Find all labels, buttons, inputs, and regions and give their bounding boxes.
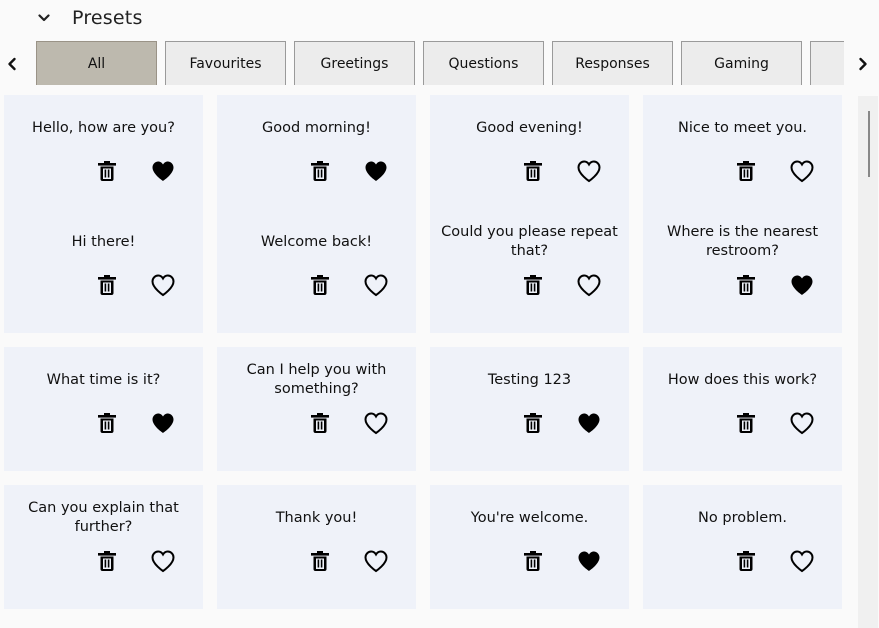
preset-label: Nice to meet you. bbox=[677, 119, 808, 136]
preset-card[interactable]: Can I help you with something? bbox=[217, 347, 416, 471]
tab-bar: All Favourites Greetings Questions Responses… bbox=[0, 40, 879, 88]
presets-header[interactable]: Presets bbox=[38, 3, 143, 33]
trash-icon[interactable] bbox=[309, 550, 331, 572]
heart-outline-icon[interactable] bbox=[576, 273, 602, 297]
preset-card[interactable]: How does this work? bbox=[643, 347, 842, 471]
preset-label: Testing 123 bbox=[487, 371, 572, 388]
preset-card[interactable]: Good morning! bbox=[217, 95, 416, 219]
preset-label: Can you explain that further? bbox=[28, 500, 179, 535]
preset-label: Can I help you with something? bbox=[246, 362, 387, 397]
chevron-down-icon[interactable] bbox=[38, 12, 50, 24]
tab-all[interactable]: All bbox=[36, 41, 157, 85]
heart-outline-icon[interactable] bbox=[576, 159, 602, 183]
tab-questions[interactable]: Questions bbox=[423, 41, 544, 85]
preset-label: You're welcome. bbox=[470, 509, 589, 526]
trash-icon[interactable] bbox=[96, 160, 118, 182]
trash-icon[interactable] bbox=[96, 412, 118, 434]
trash-icon[interactable] bbox=[522, 412, 544, 434]
preset-label: What time is it? bbox=[46, 371, 161, 388]
tab-greetings[interactable]: Greetings bbox=[294, 41, 415, 85]
preset-label: No problem. bbox=[698, 509, 787, 526]
chevron-left-icon bbox=[8, 57, 16, 71]
preset-label: Good evening! bbox=[476, 119, 583, 136]
trash-icon[interactable] bbox=[735, 274, 757, 296]
heart-filled-icon[interactable] bbox=[150, 159, 176, 183]
preset-card[interactable]: Hello, how are you? bbox=[4, 95, 203, 219]
heart-filled-icon[interactable] bbox=[576, 549, 602, 573]
heart-outline-icon[interactable] bbox=[363, 549, 389, 573]
scroll-right-button[interactable] bbox=[851, 40, 875, 88]
trash-icon[interactable] bbox=[522, 274, 544, 296]
heart-outline-icon[interactable] bbox=[789, 411, 815, 435]
heart-filled-icon[interactable] bbox=[576, 411, 602, 435]
heart-outline-icon[interactable] bbox=[150, 549, 176, 573]
preset-label: Hello, how are you? bbox=[32, 119, 175, 136]
heart-filled-icon[interactable] bbox=[363, 159, 389, 183]
preset-card[interactable]: Where is the nearest restroom? bbox=[643, 209, 842, 333]
chevron-right-icon bbox=[859, 57, 867, 71]
trash-icon[interactable] bbox=[309, 412, 331, 434]
preset-card[interactable]: You're welcome. bbox=[430, 485, 629, 609]
preset-card[interactable]: Nice to meet you. bbox=[643, 95, 842, 219]
preset-label: Where is the nearest restroom? bbox=[666, 224, 819, 259]
heart-outline-icon[interactable] bbox=[789, 159, 815, 183]
tab-responses[interactable]: Responses bbox=[552, 41, 673, 85]
trash-icon[interactable] bbox=[522, 160, 544, 182]
heart-outline-icon[interactable] bbox=[789, 549, 815, 573]
preset-card[interactable]: Good evening! bbox=[430, 95, 629, 219]
preset-label: Thank you! bbox=[275, 509, 358, 526]
trash-icon[interactable] bbox=[735, 160, 757, 182]
preset-card[interactable]: Could you please repeat that? bbox=[430, 209, 629, 333]
trash-icon[interactable] bbox=[735, 550, 757, 572]
preset-card[interactable]: Can you explain that further? bbox=[4, 485, 203, 609]
tab-gaming[interactable]: Gaming bbox=[681, 41, 802, 85]
preset-card[interactable]: Testing 123 bbox=[430, 347, 629, 471]
trash-icon[interactable] bbox=[96, 274, 118, 296]
preset-label: How does this work? bbox=[667, 371, 818, 388]
preset-label: Good morning! bbox=[262, 119, 371, 136]
tabs-viewport: All Favourites Greetings Questions Responses… bbox=[36, 41, 844, 88]
trash-icon[interactable] bbox=[309, 160, 331, 182]
preset-card[interactable]: Thank you! bbox=[217, 485, 416, 609]
trash-icon[interactable] bbox=[735, 412, 757, 434]
preset-card[interactable]: No problem. bbox=[643, 485, 842, 609]
heart-outline-icon[interactable] bbox=[363, 273, 389, 297]
presets-title: Presets bbox=[72, 7, 143, 29]
heart-outline-icon[interactable] bbox=[363, 411, 389, 435]
preset-card[interactable]: What time is it? bbox=[4, 347, 203, 471]
heart-filled-icon[interactable] bbox=[150, 411, 176, 435]
scrollbar-thumb[interactable] bbox=[868, 111, 870, 177]
preset-label: Could you please repeat that? bbox=[441, 224, 618, 259]
preset-card[interactable]: Welcome back! bbox=[217, 209, 416, 333]
scroll-left-button[interactable] bbox=[0, 40, 24, 88]
preset-label: Hi there! bbox=[71, 233, 136, 250]
heart-outline-icon[interactable] bbox=[150, 273, 176, 297]
heart-filled-icon[interactable] bbox=[789, 273, 815, 297]
tab-favourites[interactable]: Favourites bbox=[165, 41, 286, 85]
trash-icon[interactable] bbox=[309, 274, 331, 296]
trash-icon[interactable] bbox=[96, 550, 118, 572]
tab-di[interactable]: Di bbox=[810, 41, 844, 85]
trash-icon[interactable] bbox=[522, 550, 544, 572]
preset-label: Welcome back! bbox=[260, 233, 373, 250]
preset-card[interactable]: Hi there! bbox=[4, 209, 203, 333]
